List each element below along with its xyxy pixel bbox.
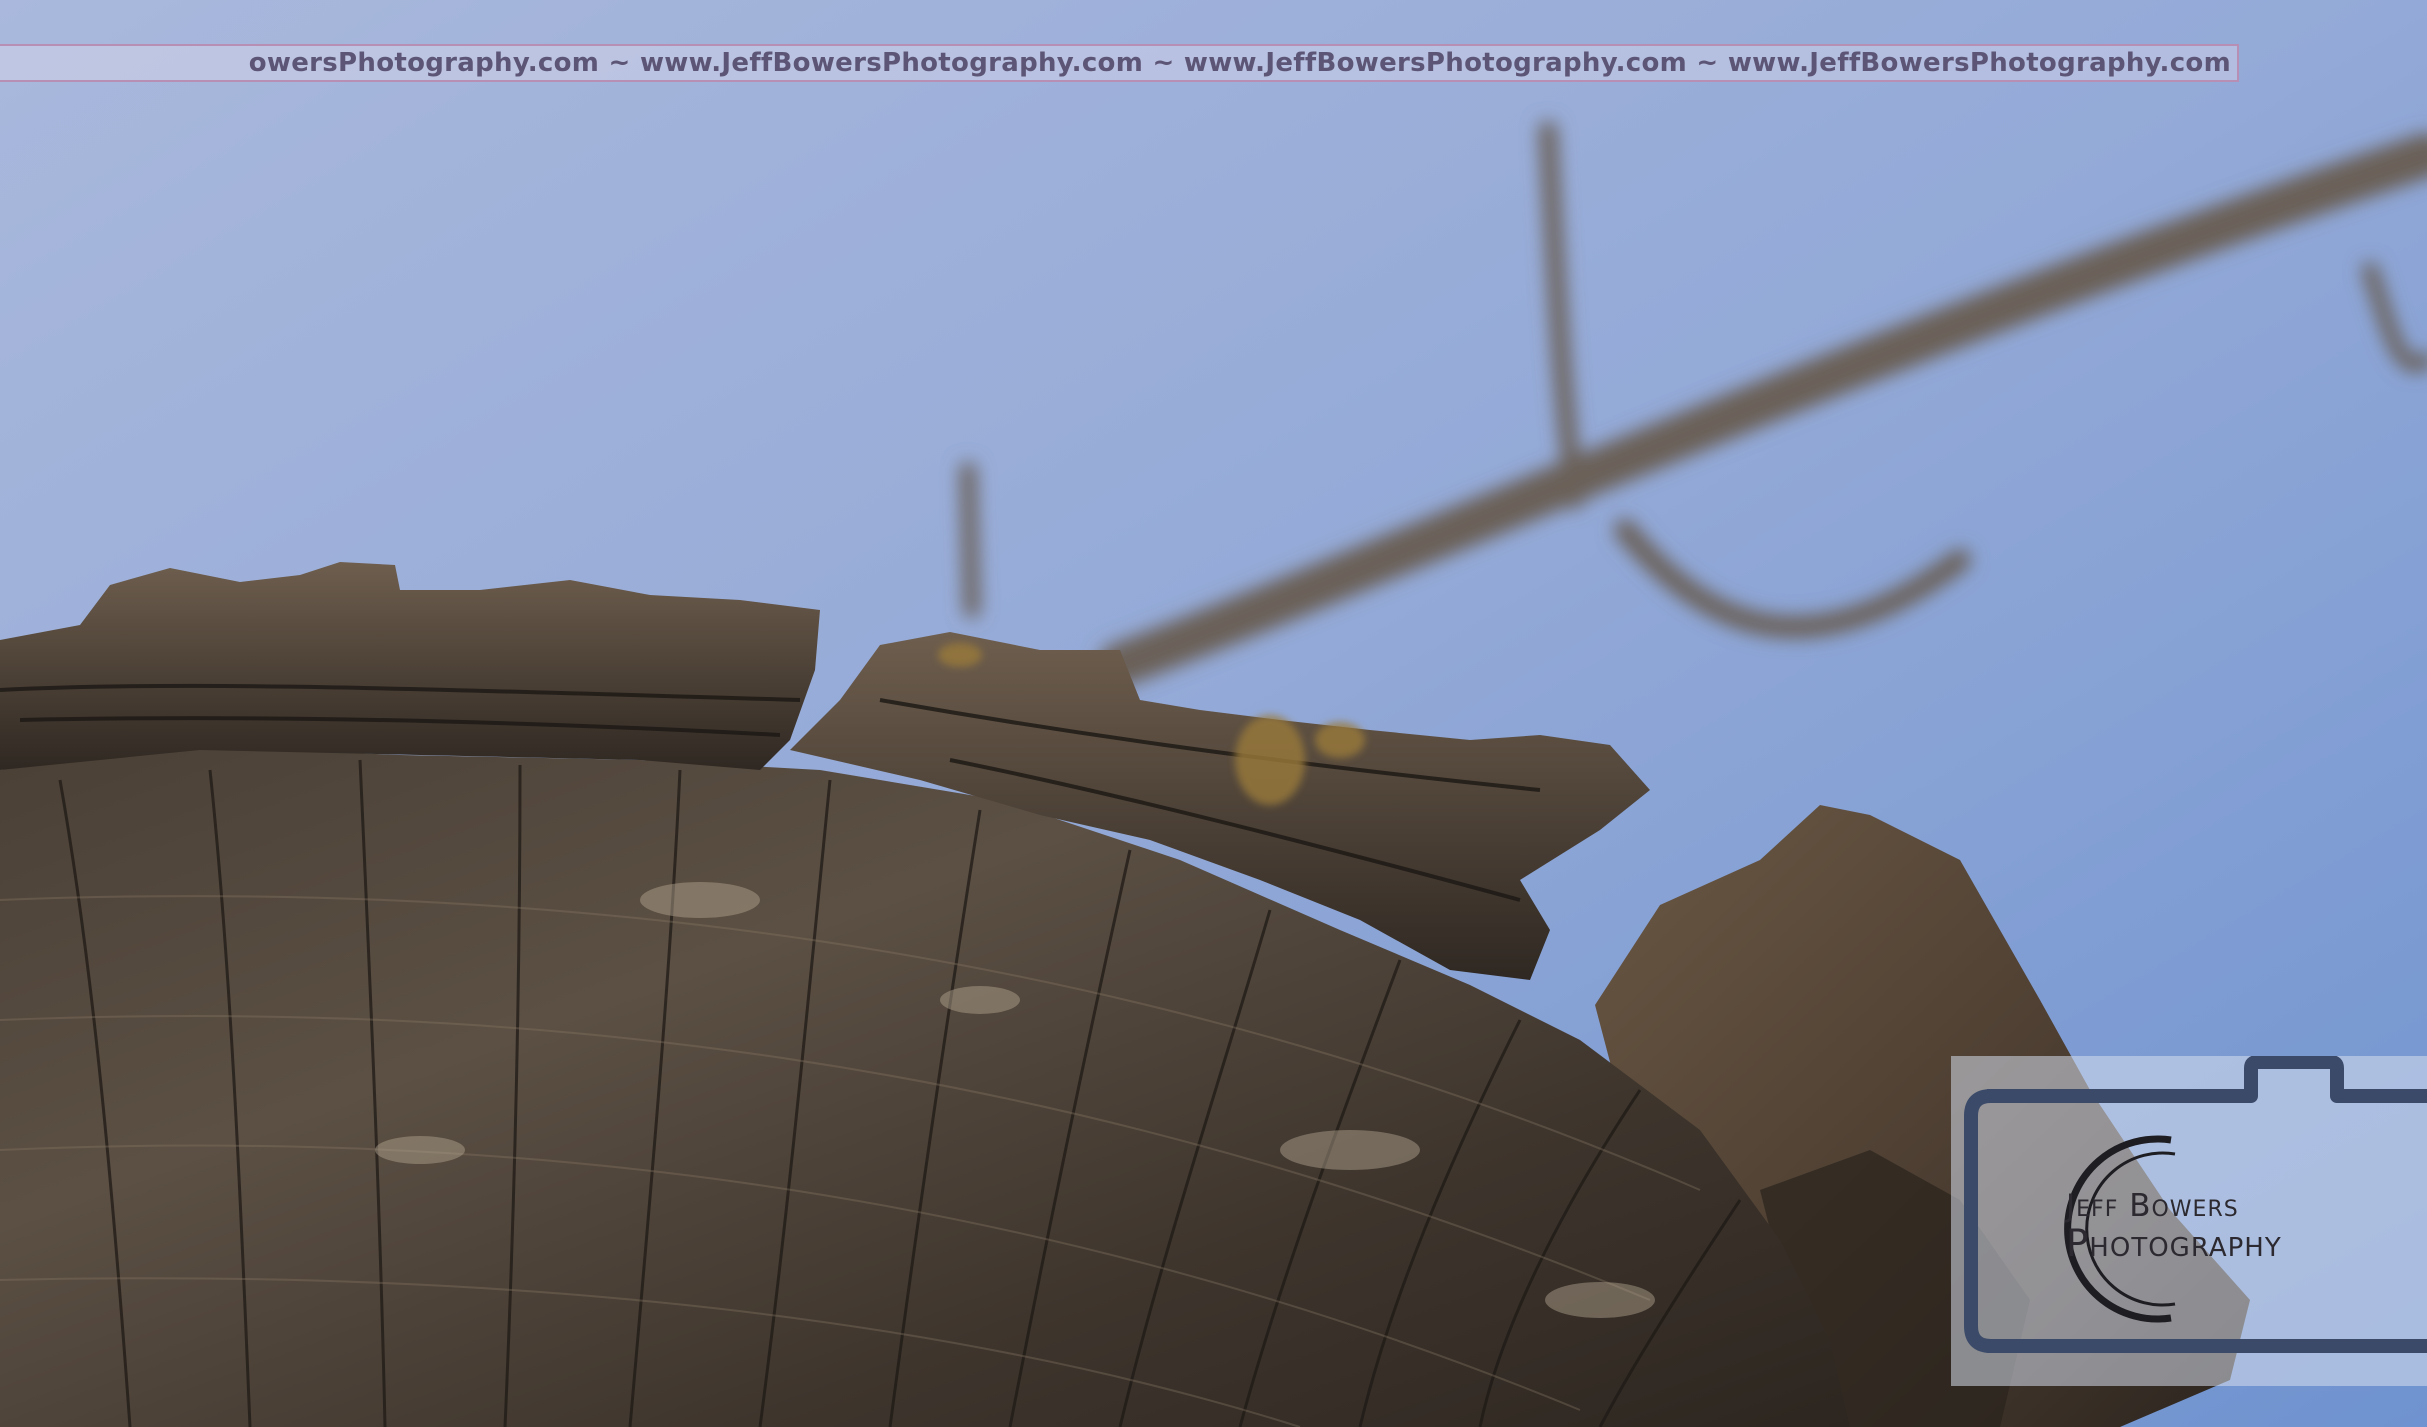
- watermark-banner-text: owersPhotography.com ~ www.JeffBowersPho…: [248, 48, 2231, 78]
- logo-subtitle-text: Photography: [2066, 1222, 2282, 1265]
- logo-name-text: Jeff Bowers: [2066, 1188, 2239, 1224]
- watermark-banner: owersPhotography.com ~ www.JeffBowersPho…: [0, 44, 2239, 82]
